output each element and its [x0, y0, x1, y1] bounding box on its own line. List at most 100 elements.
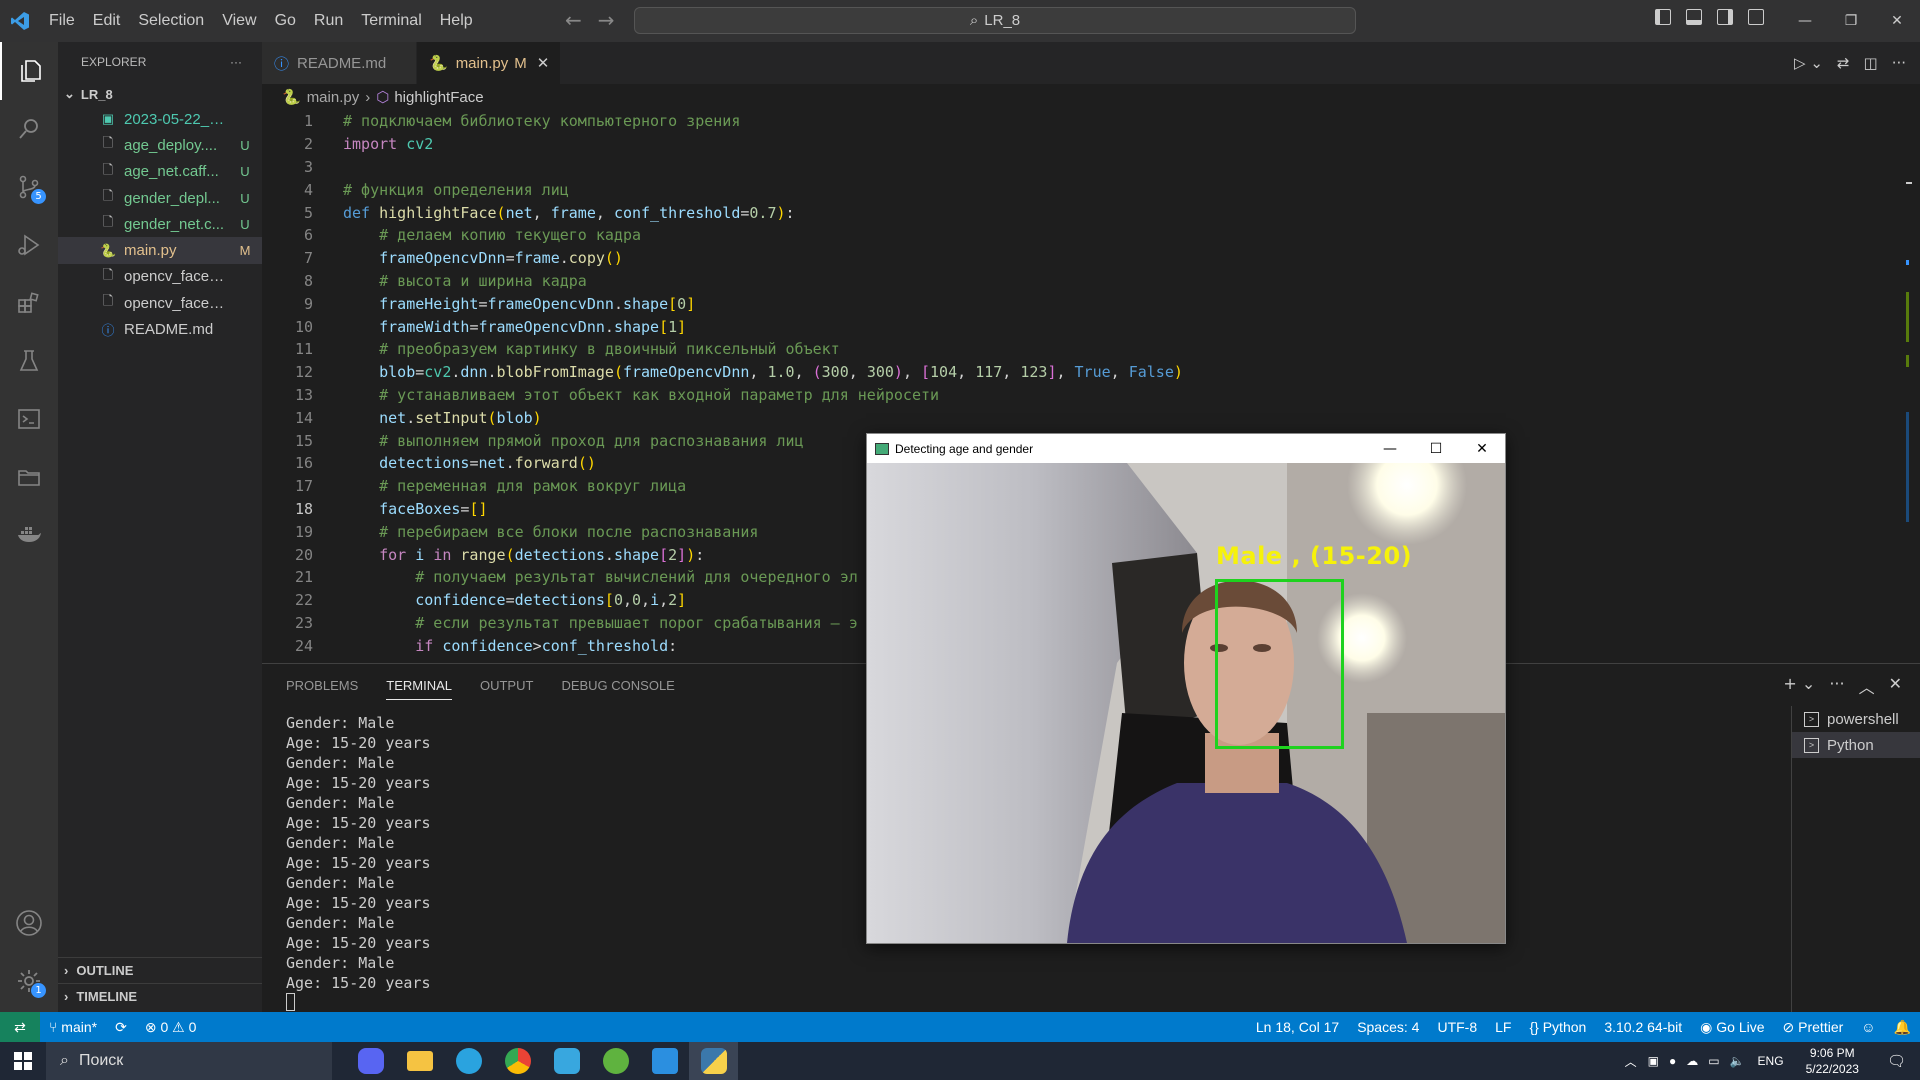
split-editor-icon[interactable]: ◫: [1864, 54, 1878, 72]
code-line[interactable]: 10 frameWidth=frameOpencvDnn.shape[1]: [262, 315, 1920, 338]
terminal-output[interactable]: Gender: Male Age: 15-20 years Gender: Male…: [286, 713, 431, 1016]
utorrent-icon[interactable]: [591, 1042, 640, 1080]
file-item[interactable]: ⓘ README.md: [58, 316, 262, 342]
maximize-panel-icon[interactable]: ︿: [1859, 674, 1875, 698]
code-line[interactable]: 1 # подключаем библиотеку компьютерного з…: [262, 110, 1920, 133]
tab-terminal[interactable]: TERMINAL: [386, 671, 452, 700]
windows-start-icon[interactable]: [0, 1042, 46, 1080]
code-line[interactable]: 6 # делаем копию текущего кадра: [262, 224, 1920, 247]
tab-debug-console[interactable]: DEBUG CONSOLE: [561, 678, 674, 693]
code-line[interactable]: 7 frameOpencvDnn=frame.copy(): [262, 247, 1920, 270]
more-actions-icon[interactable]: ···: [1829, 674, 1844, 698]
opencv-window[interactable]: Detecting age and gender — ☐ ✕ Male , (1…: [866, 433, 1506, 944]
tray-app-icon[interactable]: ▣: [1643, 1054, 1664, 1068]
toggle-secondary-sidebar-icon[interactable]: [1717, 9, 1733, 25]
go-live-button[interactable]: ◉ Go Live: [1691, 1019, 1773, 1036]
run-debug-icon[interactable]: [0, 216, 58, 274]
code-line[interactable]: 14 net.setInput(blob): [262, 406, 1920, 429]
settings-gear-icon[interactable]: 1: [0, 952, 58, 1010]
command-center-search[interactable]: ⌕ LR_8: [634, 7, 1356, 34]
breadcrumb-file[interactable]: main.py: [307, 89, 360, 106]
new-terminal-icon[interactable]: + ⌄: [1783, 674, 1815, 698]
telegram-icon[interactable]: [444, 1042, 493, 1080]
minimize-icon[interactable]: —: [1367, 434, 1413, 463]
forward-arrow-icon[interactable]: →: [598, 8, 615, 32]
file-item[interactable]: 🗋 age_deploy.... U: [58, 132, 262, 158]
remote-indicator-icon[interactable]: ⇄: [0, 1012, 40, 1042]
terminal-item-python[interactable]: > Python: [1792, 732, 1920, 758]
python-interpreter[interactable]: 3.10.2 64-bit: [1595, 1019, 1691, 1035]
chrome-icon[interactable]: [493, 1042, 542, 1080]
vscode-taskbar-icon[interactable]: [640, 1042, 689, 1080]
end-of-line[interactable]: LF: [1486, 1019, 1520, 1035]
file-item[interactable]: 🐍 main.py M: [58, 237, 262, 264]
sync-icon[interactable]: ⟳: [106, 1019, 136, 1036]
code-line[interactable]: 5 def highlightFace(net, frame, conf_thre…: [262, 201, 1920, 224]
code-line[interactable]: 2 import cv2: [262, 133, 1920, 156]
volume-icon[interactable]: 🔈: [1725, 1054, 1750, 1068]
close-icon[interactable]: ✕: [1874, 0, 1920, 42]
language-mode[interactable]: {} Python: [1520, 1019, 1595, 1035]
file-explorer-icon[interactable]: [395, 1042, 444, 1080]
taskbar-search[interactable]: ⌕ Поиск: [46, 1042, 332, 1080]
file-item[interactable]: 🗋 age_net.caff... U: [58, 159, 262, 185]
file-item[interactable]: 🗋 gender_depl... U: [58, 185, 262, 211]
prettier-button[interactable]: ⊘ Prettier: [1774, 1019, 1853, 1036]
maximize-icon[interactable]: ☐: [1413, 434, 1459, 463]
testing-flask-icon[interactable]: [0, 332, 58, 390]
cursor-position[interactable]: Ln 18, Col 17: [1247, 1019, 1348, 1035]
indentation[interactable]: Spaces: 4: [1348, 1019, 1428, 1035]
docker-icon[interactable]: [0, 506, 58, 564]
code-line[interactable]: 4 # функция определения лиц: [262, 178, 1920, 201]
notifications-bell-icon[interactable]: 🔔: [1885, 1019, 1920, 1036]
clock[interactable]: 9:06 PM 5/22/2023: [1792, 1045, 1873, 1077]
code-line[interactable]: 3: [262, 156, 1920, 179]
source-control-icon[interactable]: 5: [0, 158, 58, 216]
tab-output[interactable]: OUTPUT: [480, 678, 533, 693]
menu-file[interactable]: File: [40, 12, 84, 30]
compare-changes-icon[interactable]: ⇄: [1837, 54, 1850, 72]
code-line[interactable]: 13 # устанавливаем этот объект как входн…: [262, 384, 1920, 407]
menu-terminal[interactable]: Terminal: [352, 12, 430, 30]
discord-icon[interactable]: [346, 1042, 395, 1080]
code-line[interactable]: 12 blob=cv2.dnn.blobFromImage(frameOpenc…: [262, 361, 1920, 384]
menu-help[interactable]: Help: [431, 12, 482, 30]
folder-lr8[interactable]: ⌄ LR_8: [58, 82, 262, 106]
onedrive-icon[interactable]: ☁: [1681, 1054, 1703, 1068]
code-line[interactable]: 9 frameHeight=frameOpencvDnn.shape[0]: [262, 292, 1920, 315]
outline-section[interactable]: › OUTLINE: [58, 957, 262, 983]
input-language[interactable]: ENG: [1750, 1054, 1792, 1068]
close-icon[interactable]: ✕: [1459, 434, 1505, 463]
branch-indicator[interactable]: ⑂ main*: [40, 1019, 106, 1035]
code-line[interactable]: 8 # высота и ширина кадра: [262, 270, 1920, 293]
toggle-sidebar-icon[interactable]: [1655, 9, 1671, 25]
file-item[interactable]: 🗋 gender_net.c... U: [58, 211, 262, 237]
code-line[interactable]: 11 # преобразуем картинку в двоичный пик…: [262, 338, 1920, 361]
extensions-icon[interactable]: [0, 274, 58, 332]
encoding[interactable]: UTF-8: [1428, 1019, 1486, 1035]
notification-center-icon[interactable]: 🗨: [1873, 1052, 1920, 1070]
menu-view[interactable]: View: [213, 12, 265, 30]
folder-icon[interactable]: [0, 448, 58, 506]
menu-go[interactable]: Go: [266, 12, 305, 30]
minimize-icon[interactable]: —: [1782, 0, 1828, 42]
tab-main-py[interactable]: 🐍 main.py M ✕: [417, 42, 561, 84]
toggle-panel-icon[interactable]: [1686, 9, 1702, 25]
more-actions-icon[interactable]: ···: [1892, 54, 1906, 72]
feedback-icon[interactable]: ☺: [1852, 1019, 1884, 1035]
search-icon[interactable]: [0, 100, 58, 158]
file-item[interactable]: ▣ 2023-05-22_20-5...: [58, 106, 262, 132]
customize-layout-icon[interactable]: [1748, 9, 1764, 25]
tray-app-icon[interactable]: ●: [1664, 1054, 1681, 1068]
account-icon[interactable]: [0, 894, 58, 952]
timeline-section[interactable]: › TIMELINE: [58, 983, 262, 1009]
explorer-icon[interactable]: [0, 42, 58, 100]
telegram-desktop-icon[interactable]: [542, 1042, 591, 1080]
more-actions-icon[interactable]: ···: [230, 55, 242, 69]
close-panel-icon[interactable]: ✕: [1889, 674, 1902, 698]
python-taskbar-icon[interactable]: [689, 1042, 738, 1080]
chevron-up-icon[interactable]: ︿: [1619, 1053, 1643, 1070]
tab-problems[interactable]: PROBLEMS: [286, 678, 358, 693]
restore-icon[interactable]: ❐: [1828, 0, 1874, 42]
close-tab-icon[interactable]: ✕: [537, 54, 550, 72]
